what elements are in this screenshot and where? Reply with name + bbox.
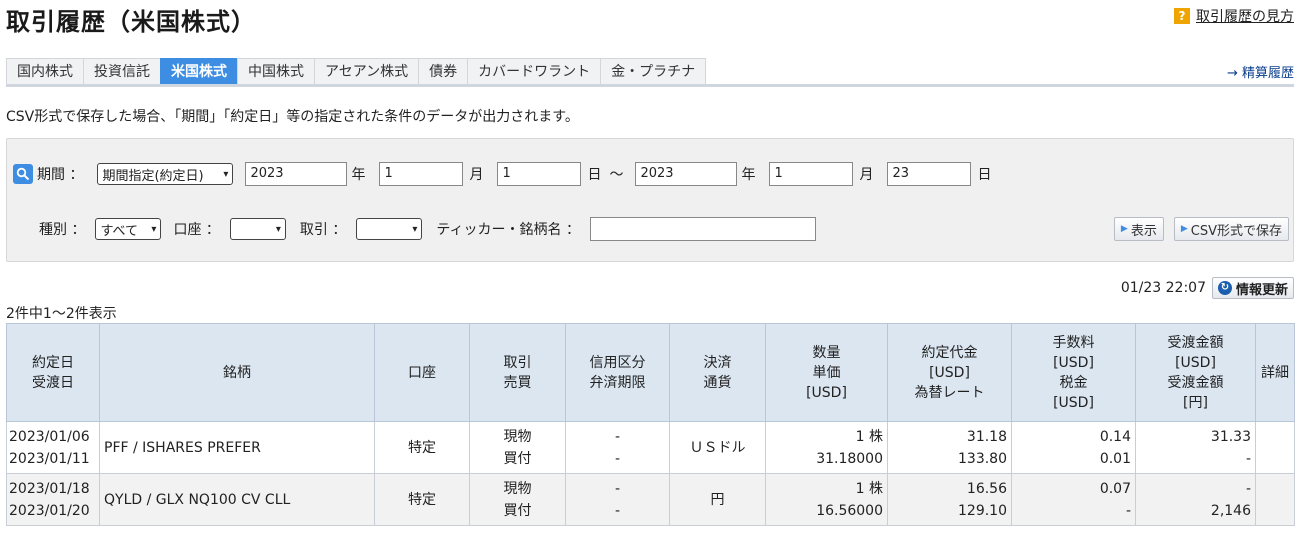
update-timestamp: 01/23 22:07 [1120, 280, 1206, 296]
tab-gold-platinum[interactable]: 金・プラチナ [600, 58, 707, 84]
csv-note: CSV形式で保存した場合、「期間」「約定日」等の指定された条件のデータが出力され… [6, 109, 579, 125]
col-header-credit: 信用区分 弁済期限 [565, 323, 670, 422]
from-day-input[interactable]: 1 [497, 162, 582, 186]
period-row: 期間 ： 期間指定(約定日) ▾ 2023 年 1 月 1 日 ～ 2023 年 … [13, 161, 991, 187]
col-header-settle: 決済 通貨 [669, 323, 766, 422]
cell-amount-rate: 16.56 129.10 [887, 473, 1012, 526]
col-header-fee: 手数料 [USD] 税金 [USD] [1011, 323, 1136, 422]
col-header-detail: 詳細 [1255, 323, 1295, 422]
settlement-history-link[interactable]: → 精算履歴 [1227, 62, 1294, 81]
cell-qty-price: 1 株 16.56000 [765, 473, 888, 526]
tab-us-stock[interactable]: 米国株式 [160, 58, 238, 84]
to-year-input[interactable]: 2023 [635, 162, 738, 186]
day-unit: 日 [977, 167, 992, 183]
from-year-input[interactable]: 2023 [245, 162, 348, 186]
csv-button-label: CSV形式で保存 [1190, 223, 1282, 239]
tab-asean-stock[interactable]: アセアン株式 [314, 58, 420, 84]
tab-covered-warrant[interactable]: カバードワラント [467, 58, 602, 84]
display-button[interactable]: ▶ 表示 [1113, 217, 1164, 241]
from-month-input[interactable]: 1 [379, 162, 464, 186]
col-header-stock: 銘柄 [99, 323, 375, 422]
period-label: 期間 ： [37, 167, 84, 183]
month-unit: 月 [469, 167, 484, 183]
filter-row: 種別 ： すべて ▾ 口座 ： ▾ 取引 ： ▾ ティッカー・銘柄名 ： ▶ 表示 … [7, 216, 1293, 242]
play-icon: ▶ [1120, 224, 1128, 234]
period-type-value: 期間指定(約定日) [102, 168, 204, 184]
col-header-qty: 数量 単価 [USD] [765, 323, 888, 422]
account-select[interactable]: ▾ [229, 218, 286, 240]
tab-mutual-fund[interactable]: 投資信託 [83, 58, 161, 84]
cell-qty-price: 1 株 31.18000 [765, 421, 888, 474]
history-table: 約定日 受渡日 銘柄 口座 取引 売買 信用区分 弁済期限 決済 通貨 数量 単価 [USD… [6, 323, 1295, 526]
product-tabs: 国内株式 投資信託 米国株式 中国株式 アセアン株式 債券 カバードワラント 金… [6, 58, 1294, 87]
year-unit: 年 [741, 167, 756, 183]
csv-save-button[interactable]: ▶ CSV形式で保存 [1173, 217, 1289, 241]
update-row: 01/23 22:07 ↻ 情報更新 [1121, 277, 1294, 299]
cell-stock: PFF / ISHARES PREFER [99, 421, 375, 474]
month-unit: 月 [859, 167, 874, 183]
table-header-row: 約定日 受渡日 銘柄 口座 取引 売買 信用区分 弁済期限 決済 通貨 数量 単価 [USD… [6, 323, 1295, 422]
chevron-down-icon: ▾ [223, 168, 229, 180]
range-separator: ～ [609, 167, 624, 183]
cell-detail[interactable] [1255, 421, 1295, 474]
cell-credit: -- [565, 473, 670, 526]
tab-china-stock[interactable]: 中国株式 [237, 58, 315, 84]
trade-label: 取引 ： [299, 222, 347, 238]
cell-account: 特定 [374, 473, 470, 526]
ticker-label: ティッカー・銘柄名 ： [436, 222, 580, 238]
col-header-date: 約定日 受渡日 [6, 323, 100, 422]
cell-trade: 現物 買付 [469, 473, 566, 526]
trade-select[interactable]: ▾ [356, 218, 423, 240]
help-link-text[interactable]: 取引履歴の見方 [1196, 6, 1294, 26]
help-link[interactable]: ? 取引履歴の見方 [1174, 6, 1294, 26]
result-count: 2件中1～2件表示 [6, 306, 117, 322]
help-icon: ? [1174, 8, 1190, 24]
type-value: すべて [100, 223, 139, 239]
to-day-input[interactable]: 23 [887, 162, 972, 186]
table-row: 2023/01/18 2023/01/20 QYLD / GLX NQ100 CV… [6, 473, 1295, 526]
period-type-select[interactable]: 期間指定(約定日) ▾ [97, 163, 234, 185]
search-icon [13, 164, 33, 184]
cell-delivery: 31.33- [1135, 421, 1256, 474]
refresh-label: 情報更新 [1235, 282, 1288, 298]
cell-delivery: -2,146 [1135, 473, 1256, 526]
play-icon: ▶ [1180, 224, 1188, 234]
chevron-down-icon: ▾ [275, 223, 281, 235]
table-row: 2023/01/06 2023/01/11 PFF / ISHARES PREFE… [6, 421, 1295, 474]
cell-credit: -- [565, 421, 670, 474]
cell-trade: 現物 買付 [469, 421, 566, 474]
col-header-account: 口座 [374, 323, 470, 422]
account-label: 口座 ： [173, 222, 220, 238]
col-header-trade: 取引 売買 [469, 323, 566, 422]
cell-amount-rate: 31.18 133.80 [887, 421, 1012, 474]
cell-currency: 円 [669, 473, 766, 526]
cell-fee-tax: 0.07- [1011, 473, 1136, 526]
col-header-delivery: 受渡金額 [USD] 受渡金額 [円] [1135, 323, 1256, 422]
day-unit: 日 [587, 167, 602, 183]
search-panel: 期間 ： 期間指定(約定日) ▾ 2023 年 1 月 1 日 ～ 2023 年 … [6, 138, 1294, 262]
cell-account: 特定 [374, 421, 470, 474]
cell-fee-tax: 0.14 0.01 [1011, 421, 1136, 474]
refresh-button[interactable]: ↻ 情報更新 [1211, 277, 1294, 299]
refresh-icon: ↻ [1217, 281, 1232, 295]
type-label: 種別 ： [39, 222, 86, 238]
year-unit: 年 [351, 167, 366, 183]
ticker-input[interactable] [589, 217, 816, 241]
tab-domestic-stock[interactable]: 国内株式 [6, 58, 84, 84]
tab-bond[interactable]: 債券 [418, 58, 469, 84]
to-month-input[interactable]: 1 [769, 162, 854, 186]
cell-stock: QYLD / GLX NQ100 CV CLL [99, 473, 375, 526]
type-select[interactable]: すべて ▾ [95, 218, 162, 240]
display-button-label: 表示 [1130, 223, 1157, 239]
cell-dates: 2023/01/06 2023/01/11 [6, 421, 100, 474]
cell-detail[interactable] [1255, 473, 1295, 526]
page-title: 取引履歴（米国株式） [6, 8, 256, 36]
chevron-down-icon: ▾ [151, 223, 157, 235]
chevron-down-icon: ▾ [412, 223, 418, 235]
cell-dates: 2023/01/18 2023/01/20 [6, 473, 100, 526]
cell-currency: ＵＳドル [669, 421, 766, 474]
col-header-amount: 約定代金 [USD] 為替レート [887, 323, 1012, 422]
